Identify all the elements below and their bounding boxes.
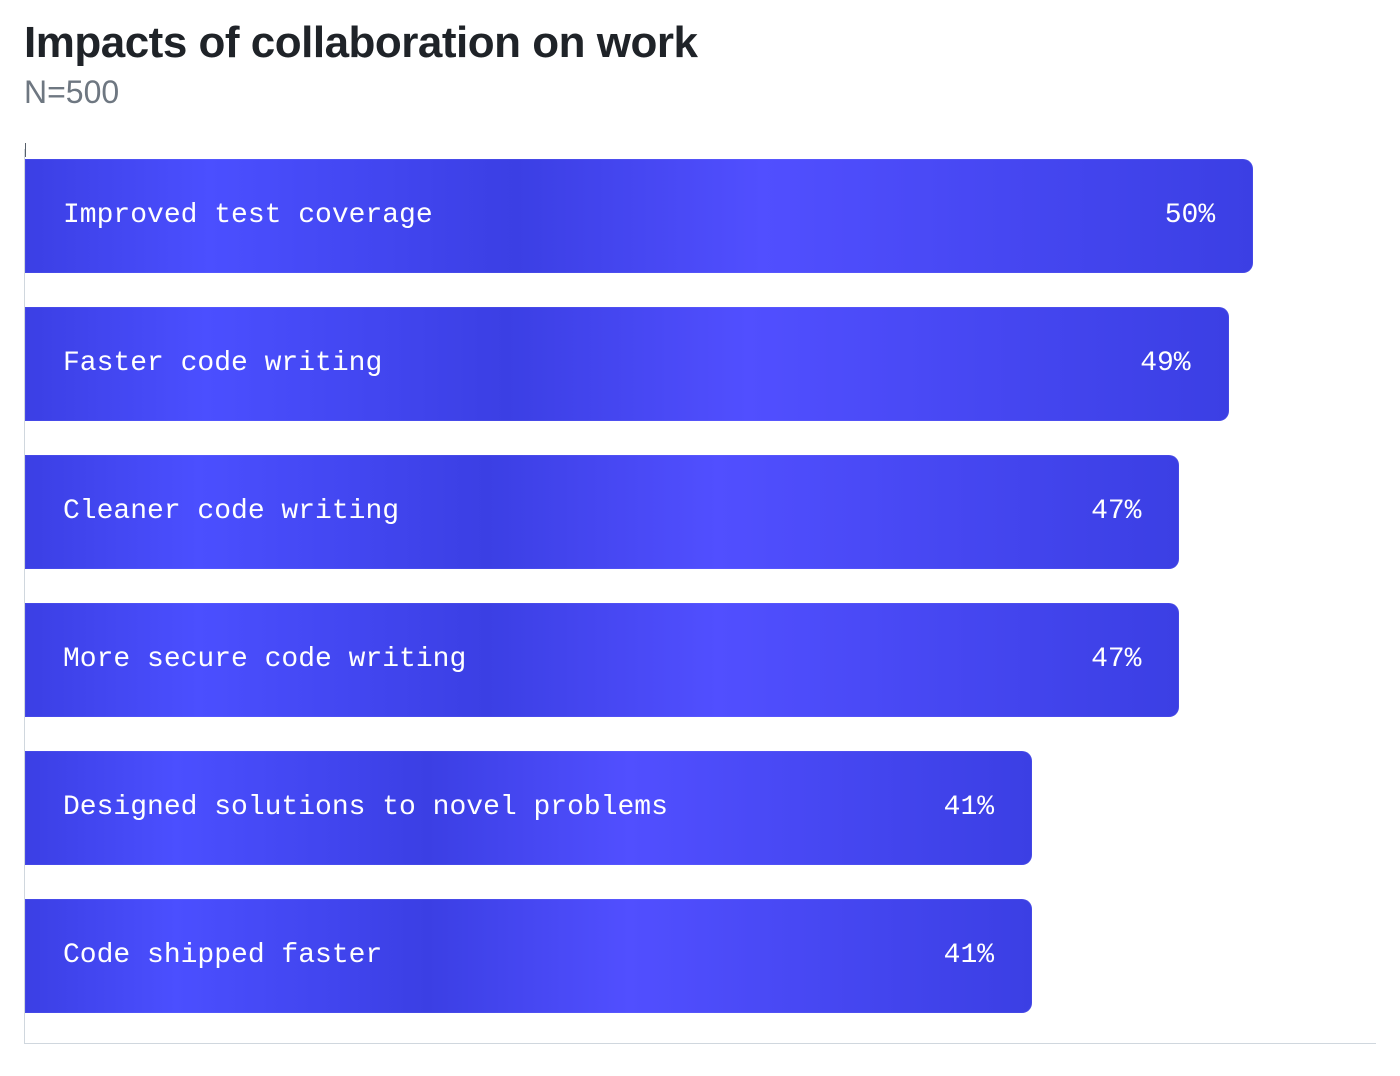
bar-label: More secure code writing xyxy=(63,644,466,675)
bar-row: More secure code writing 47% xyxy=(25,603,1376,717)
bar: Cleaner code writing 47% xyxy=(25,455,1179,569)
bar-row: Faster code writing 49% xyxy=(25,307,1376,421)
bar: More secure code writing 47% xyxy=(25,603,1179,717)
bar-label: Code shipped faster xyxy=(63,940,382,971)
chart-subtitle: N=500 xyxy=(24,73,1376,111)
bar-value: 47% xyxy=(1091,496,1141,527)
chart-title: Impacts of collaboration on work xyxy=(24,18,1376,69)
bar-row: Improved test coverage 50% xyxy=(25,159,1376,273)
bar: Improved test coverage 50% xyxy=(25,159,1253,273)
bar-value: 41% xyxy=(944,940,994,971)
bar-value: 47% xyxy=(1091,644,1141,675)
bar-value: 50% xyxy=(1165,200,1215,231)
bar-label: Improved test coverage xyxy=(63,200,433,231)
bar-row: Designed solutions to novel problems 41% xyxy=(25,751,1376,865)
bar: Code shipped faster 41% xyxy=(25,899,1032,1013)
bar-row: Code shipped faster 41% xyxy=(25,899,1376,1013)
chart-container: Impacts of collaboration on work N=500 I… xyxy=(0,0,1400,1068)
bar-value: 49% xyxy=(1140,348,1190,379)
bar-chart: Improved test coverage 50% Faster code wri… xyxy=(24,149,1376,1044)
bar: Faster code writing 49% xyxy=(25,307,1229,421)
bar-label: Designed solutions to novel problems xyxy=(63,792,668,823)
bar-label: Cleaner code writing xyxy=(63,496,399,527)
axis-tick xyxy=(25,143,26,157)
bar-label: Faster code writing xyxy=(63,348,382,379)
bar-value: 41% xyxy=(944,792,994,823)
bar: Designed solutions to novel problems 41% xyxy=(25,751,1032,865)
bar-row: Cleaner code writing 47% xyxy=(25,455,1376,569)
